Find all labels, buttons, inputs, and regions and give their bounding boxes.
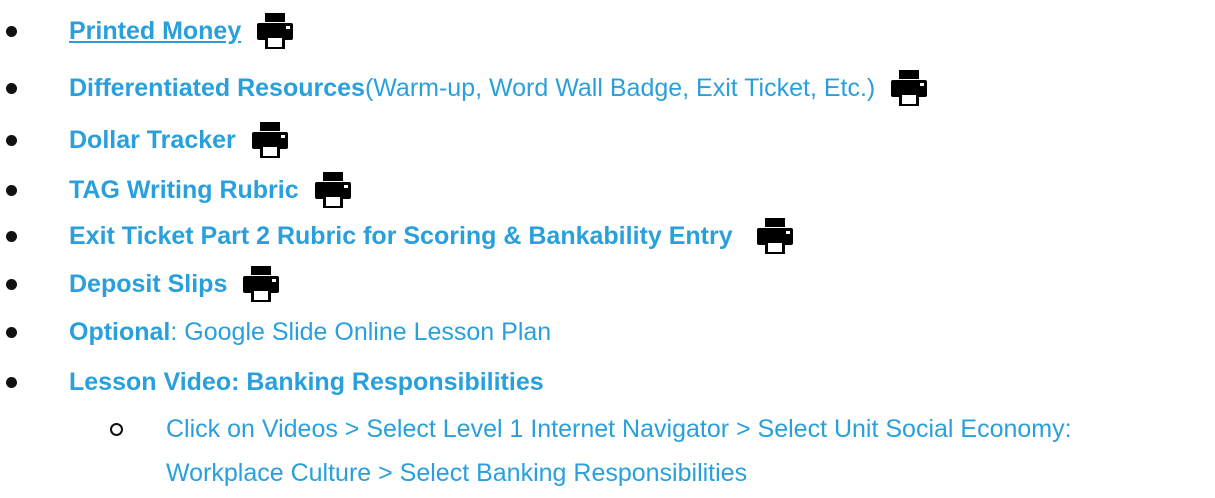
- tag-writing-rubric-link[interactable]: TAG Writing Rubric: [69, 176, 299, 205]
- google-slide-lesson-plan-link[interactable]: : Google Slide Online Lesson Plan: [170, 318, 551, 347]
- bullet: [6, 134, 17, 146]
- bullet: [6, 376, 17, 388]
- printer-icon[interactable]: [755, 216, 795, 256]
- printer-icon[interactable]: [313, 170, 353, 210]
- lesson-video-link[interactable]: Lesson Video: Banking Responsibilities: [69, 368, 544, 397]
- bullet: [6, 326, 17, 338]
- sub-list-item: Click on Videos > Select Level 1 Interne…: [0, 408, 1215, 452]
- list-item: Lesson Video: Banking Responsibilities: [0, 360, 1215, 404]
- dollar-tracker-link[interactable]: Dollar Tracker: [69, 126, 236, 155]
- sub-list-item-continued: Workplace Culture > Select Banking Respo…: [0, 452, 1215, 496]
- printer-icon[interactable]: [255, 11, 295, 51]
- differentiated-resources-link[interactable]: Differentiated Resources: [69, 74, 365, 103]
- sub-bullet: [110, 423, 123, 436]
- list-item: TAG Writing Rubric: [0, 168, 1215, 212]
- deposit-slips-link[interactable]: Deposit Slips: [69, 270, 227, 299]
- video-instructions-line-2: Workplace Culture > Select Banking Respo…: [166, 459, 748, 487]
- bullet: [6, 82, 17, 94]
- printer-icon[interactable]: [889, 68, 929, 108]
- list-item: Differentiated Resources (Warm-up, Word …: [0, 66, 1215, 110]
- list-item: Exit Ticket Part 2 Rubric for Scoring & …: [0, 214, 1215, 258]
- optional-label: Optional: [69, 317, 171, 346]
- exit-ticket-rubric-link[interactable]: Exit Ticket Part 2 Rubric for Scoring & …: [69, 222, 733, 251]
- list-item: Deposit Slips: [0, 262, 1215, 306]
- printer-icon[interactable]: [250, 120, 290, 160]
- bullet: [6, 230, 17, 242]
- list-item: Dollar Tracker: [0, 118, 1215, 162]
- list-item: Printed Money: [0, 9, 1215, 53]
- printed-money-link[interactable]: Printed Money: [69, 17, 241, 46]
- bullet: [6, 278, 17, 290]
- printer-icon[interactable]: [241, 264, 281, 304]
- bullet: [6, 25, 17, 37]
- differentiated-resources-note: (Warm-up, Word Wall Badge, Exit Ticket, …: [364, 73, 876, 102]
- bullet: [6, 184, 17, 196]
- list-item: Optional: Google Slide Online Lesson Pla…: [0, 310, 1215, 354]
- video-instructions-line-1: Click on Videos > Select Level 1 Interne…: [166, 415, 1072, 443]
